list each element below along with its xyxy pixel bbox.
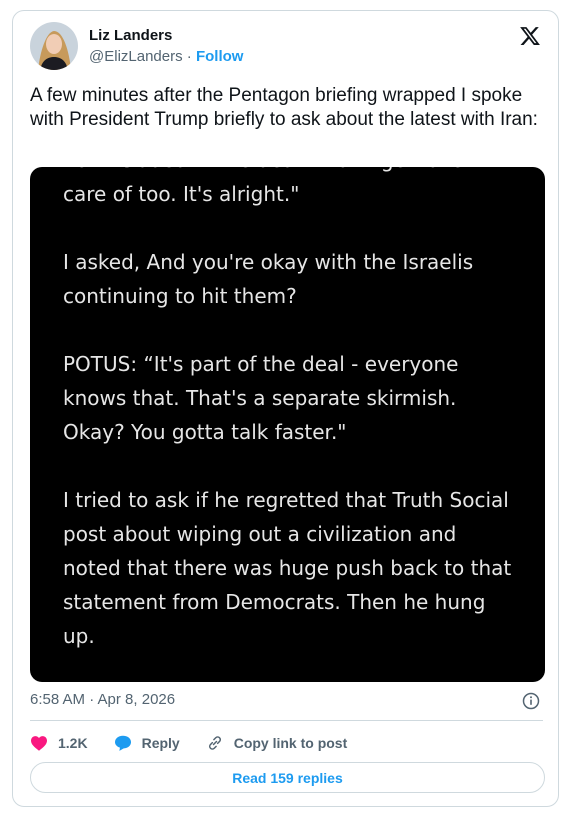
author-handle-row: @ElizLanders · Follow: [89, 48, 243, 66]
heart-icon: [31, 736, 47, 751]
tweet-card: Liz Landers @ElizLanders · Follow A few …: [12, 10, 559, 807]
author-handle[interactable]: @ElizLanders: [89, 48, 183, 65]
tweet-image[interactable]: not included in the deal. That'll get ta…: [30, 167, 545, 682]
like-count: 1.2K: [58, 735, 88, 751]
link-icon: [208, 736, 221, 750]
x-logo-icon[interactable]: [519, 25, 541, 47]
read-replies-label: Read 159 replies: [232, 769, 343, 786]
reply-label: Reply: [141, 735, 180, 751]
timestamp[interactable]: 6:58 AM · Apr 8, 2026: [30, 691, 175, 708]
author-name[interactable]: Liz Landers: [89, 27, 172, 45]
tweet-text: A few minutes after the Pentagon briefin…: [30, 85, 538, 130]
copy-link-button[interactable]: Copy link to post: [206, 734, 348, 752]
read-replies-button[interactable]: Read 159 replies: [30, 762, 545, 793]
info-icon[interactable]: [522, 692, 540, 710]
reply-button[interactable]: Reply: [114, 735, 180, 751]
separator-dot: ·: [186, 48, 192, 65]
action-bar: 1.2K Reply Copy link to post: [30, 733, 373, 753]
avatar[interactable]: [30, 22, 78, 70]
divider: [30, 720, 543, 721]
copy-link-label: Copy link to post: [233, 735, 348, 751]
reply-bubble-icon: [114, 735, 131, 751]
follow-button[interactable]: Follow: [196, 48, 244, 65]
image-text: not included in the deal. That'll get ta…: [63, 167, 512, 648]
like-button[interactable]: 1.2K: [30, 735, 88, 751]
